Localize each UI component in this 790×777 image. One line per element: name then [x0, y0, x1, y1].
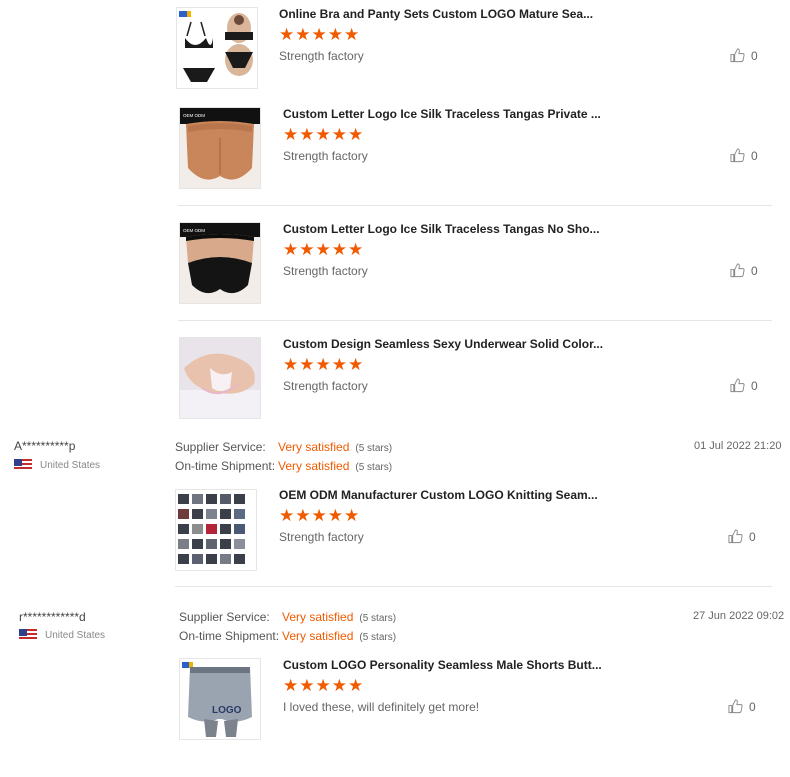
oem-tag: OEM ODM: [183, 113, 205, 118]
country-name: United States: [40, 459, 101, 471]
product-title[interactable]: Online Bra and Panty Sets Custom LOGO Ma…: [279, 7, 593, 21]
product-image-logo: LOGO: [212, 705, 242, 716]
rating-value: Very satisfied: [278, 459, 350, 473]
like-button[interactable]: 0: [728, 529, 756, 544]
star-rating: ★★★★★: [279, 25, 361, 44]
divider: [178, 205, 772, 206]
logo-tag: LOGO: [192, 50, 204, 55]
country-name: United States: [45, 629, 106, 641]
thumbs-up-icon: [730, 263, 745, 278]
supplier-service-label: Supplier Service:: [179, 610, 270, 624]
like-count: 0: [749, 699, 756, 714]
supplier-service-rating: Very satisfied (5 stars): [282, 610, 396, 624]
like-count: 0: [751, 48, 758, 63]
rating-stars-text: (5 stars): [355, 462, 393, 473]
reviewer-country: United States: [14, 459, 100, 471]
like-count: 0: [751, 148, 758, 163]
review-comment: I loved these, will definitely get more!: [283, 700, 480, 714]
product-thumbnail[interactable]: [175, 489, 257, 571]
product-description: Strength factory: [283, 264, 368, 278]
shipment-rating: Very satisfied (5 stars): [278, 459, 392, 473]
star-rating: ★★★★★: [283, 676, 365, 695]
thumbs-up-icon: [730, 148, 745, 163]
product-title[interactable]: Custom Letter Logo Ice Silk Traceless Ta…: [283, 222, 600, 236]
star-rating: ★★★★★: [283, 355, 365, 374]
product-title[interactable]: OEM ODM Manufacturer Custom LOGO Knittin…: [279, 488, 598, 502]
shipment-label: On-time Shipment:: [179, 629, 280, 643]
product-thumbnail[interactable]: LOGO: [176, 7, 258, 89]
star-rating: ★★★★★: [283, 240, 365, 259]
review-date: 27 Jun 2022 09:02: [693, 610, 785, 622]
review-date: 01 Jul 2022 21:20: [694, 440, 782, 452]
product-title[interactable]: Custom LOGO Personality Seamless Male Sh…: [283, 658, 602, 672]
like-button[interactable]: 0: [730, 378, 758, 393]
product-description: Strength factory: [279, 530, 364, 544]
rating-stars-text: (5 stars): [355, 443, 393, 454]
reviewer-name: r************d: [19, 610, 86, 624]
rating-value: Very satisfied: [278, 440, 350, 454]
product-description: Strength factory: [283, 379, 368, 393]
divider: [178, 320, 772, 321]
product-title[interactable]: Custom Letter Logo Ice Silk Traceless Ta…: [283, 107, 601, 121]
divider: [175, 586, 772, 587]
thumbs-up-icon: [728, 699, 743, 714]
star-rating: ★★★★★: [279, 506, 361, 525]
supplier-service-rating: Very satisfied (5 stars): [278, 440, 392, 454]
rating-value: Very satisfied: [282, 629, 354, 643]
supplier-service-label: Supplier Service:: [175, 440, 266, 454]
reviewer-country: United States: [19, 629, 105, 641]
thumbs-up-icon: [728, 529, 743, 544]
product-thumbnail[interactable]: LOGO: [179, 658, 261, 740]
thumbs-up-icon: [730, 48, 745, 63]
reviewer-name: A**********p: [14, 439, 76, 453]
product-thumbnail[interactable]: [179, 337, 261, 419]
like-button[interactable]: 0: [730, 263, 758, 278]
thumbs-up-icon: [730, 378, 745, 393]
oem-tag: OEM ODM: [183, 228, 205, 233]
product-description: Strength factory: [283, 149, 368, 163]
like-count: 0: [751, 378, 758, 393]
like-button[interactable]: 0: [728, 699, 756, 714]
like-count: 0: [751, 263, 758, 278]
shipment-rating: Very satisfied (5 stars): [282, 629, 396, 643]
us-flag-icon: [19, 629, 37, 641]
like-button[interactable]: 0: [730, 148, 758, 163]
rating-value: Very satisfied: [282, 610, 354, 624]
rating-stars-text: (5 stars): [359, 613, 397, 624]
like-button[interactable]: 0: [730, 48, 758, 63]
like-count: 0: [749, 529, 756, 544]
product-description: Strength factory: [279, 49, 364, 63]
shipment-label: On-time Shipment:: [175, 459, 276, 473]
product-title[interactable]: Custom Design Seamless Sexy Underwear So…: [283, 337, 603, 351]
us-flag-icon: [14, 459, 32, 471]
rating-stars-text: (5 stars): [359, 632, 397, 643]
product-thumbnail[interactable]: OEM ODM: [179, 222, 261, 304]
star-rating: ★★★★★: [283, 125, 365, 144]
product-thumbnail[interactable]: OEM ODM: [179, 107, 261, 189]
